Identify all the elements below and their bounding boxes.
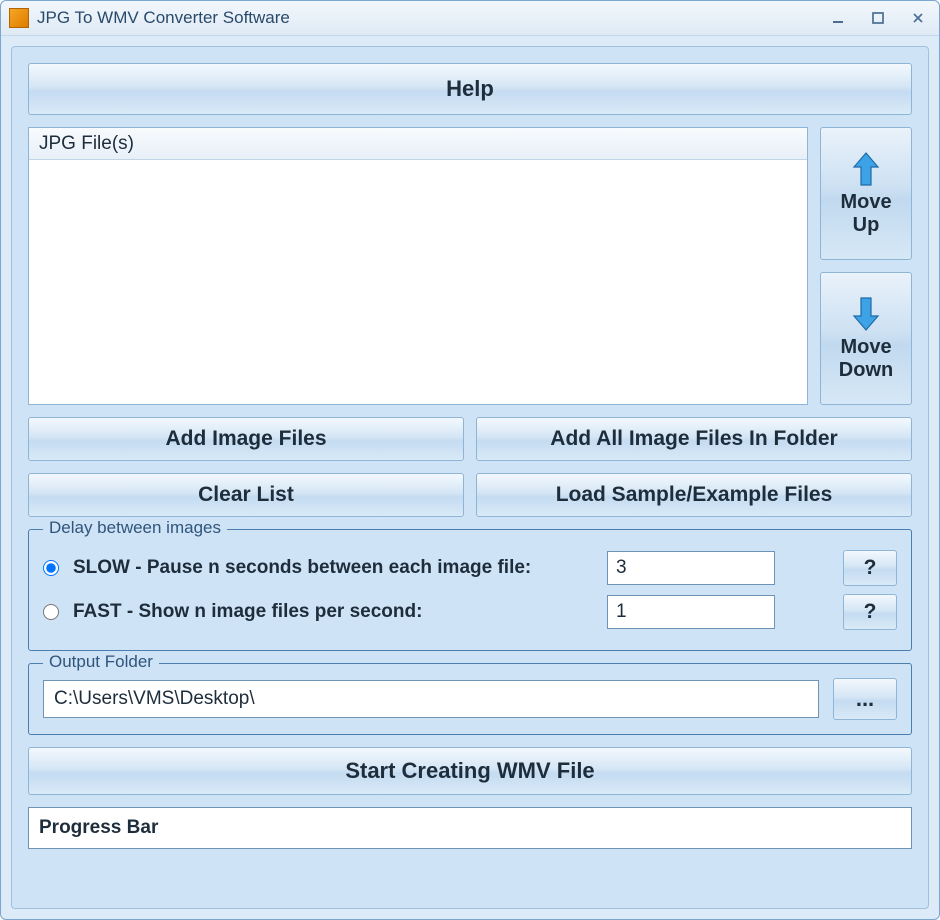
add-image-files-label: Add Image Files (165, 427, 326, 451)
load-sample-label: Load Sample/Example Files (556, 483, 833, 507)
move-up-label: Move Up (825, 191, 907, 237)
file-list-header: JPG File(s) (29, 128, 807, 160)
arrow-up-icon (851, 151, 881, 187)
delay-fast-radio[interactable] (43, 604, 59, 620)
titlebar: JPG To WMV Converter Software (1, 1, 939, 36)
question-mark-icon: ? (864, 556, 877, 580)
delay-fast-label: FAST - Show n image files per second: (73, 601, 593, 623)
app-window: JPG To WMV Converter Software Help JPG F… (0, 0, 940, 920)
delay-fast-row: FAST - Show n image files per second: ? (43, 592, 897, 632)
output-path-input[interactable] (43, 680, 819, 718)
file-row: JPG File(s) Move Up Move Down (28, 127, 912, 405)
maximize-icon (872, 12, 884, 24)
load-sample-button[interactable]: Load Sample/Example Files (476, 473, 912, 517)
delay-slow-help-button[interactable]: ? (843, 550, 897, 586)
window-controls (821, 8, 935, 28)
add-folder-label: Add All Image Files In Folder (550, 427, 837, 451)
delay-slow-label: SLOW - Pause n seconds between each imag… (73, 557, 593, 579)
progress-bar: Progress Bar (28, 807, 912, 849)
window-title: JPG To WMV Converter Software (37, 8, 821, 28)
question-mark-icon: ? (864, 600, 877, 624)
add-image-files-button[interactable]: Add Image Files (28, 417, 464, 461)
output-legend: Output Folder (43, 652, 159, 672)
delay-slow-value[interactable] (607, 551, 775, 585)
browse-button[interactable]: ... (833, 678, 897, 720)
delay-legend: Delay between images (43, 518, 227, 538)
delay-slow-radio[interactable] (43, 560, 59, 576)
start-button-label: Start Creating WMV File (345, 758, 594, 784)
clear-row: Clear List Load Sample/Example Files (28, 473, 912, 517)
file-list[interactable]: JPG File(s) (28, 127, 808, 405)
delay-fieldset: Delay between images SLOW - Pause n seco… (28, 529, 912, 651)
move-up-button[interactable]: Move Up (820, 127, 912, 260)
delay-fast-value[interactable] (607, 595, 775, 629)
app-icon (9, 8, 29, 28)
ellipsis-icon: ... (856, 686, 874, 712)
delay-fast-help-button[interactable]: ? (843, 594, 897, 630)
clear-list-label: Clear List (198, 483, 294, 507)
progress-label: Progress Bar (39, 817, 158, 839)
add-row: Add Image Files Add All Image Files In F… (28, 417, 912, 461)
help-button[interactable]: Help (28, 63, 912, 115)
minimize-icon (832, 12, 844, 24)
move-down-button[interactable]: Move Down (820, 272, 912, 405)
clear-list-button[interactable]: Clear List (28, 473, 464, 517)
file-list-body[interactable] (29, 160, 807, 404)
help-button-label: Help (446, 76, 494, 102)
minimize-button[interactable] (821, 8, 855, 28)
output-fieldset: Output Folder ... (28, 663, 912, 735)
close-icon (912, 12, 924, 24)
close-button[interactable] (901, 8, 935, 28)
add-folder-button[interactable]: Add All Image Files In Folder (476, 417, 912, 461)
move-down-label: Move Down (825, 336, 907, 382)
output-row: ... (43, 678, 897, 720)
arrow-down-icon (851, 296, 881, 332)
client-area: Help JPG File(s) Move Up Move Down (11, 46, 929, 909)
delay-slow-row: SLOW - Pause n seconds between each imag… (43, 548, 897, 588)
maximize-button[interactable] (861, 8, 895, 28)
move-column: Move Up Move Down (820, 127, 912, 405)
start-button[interactable]: Start Creating WMV File (28, 747, 912, 795)
